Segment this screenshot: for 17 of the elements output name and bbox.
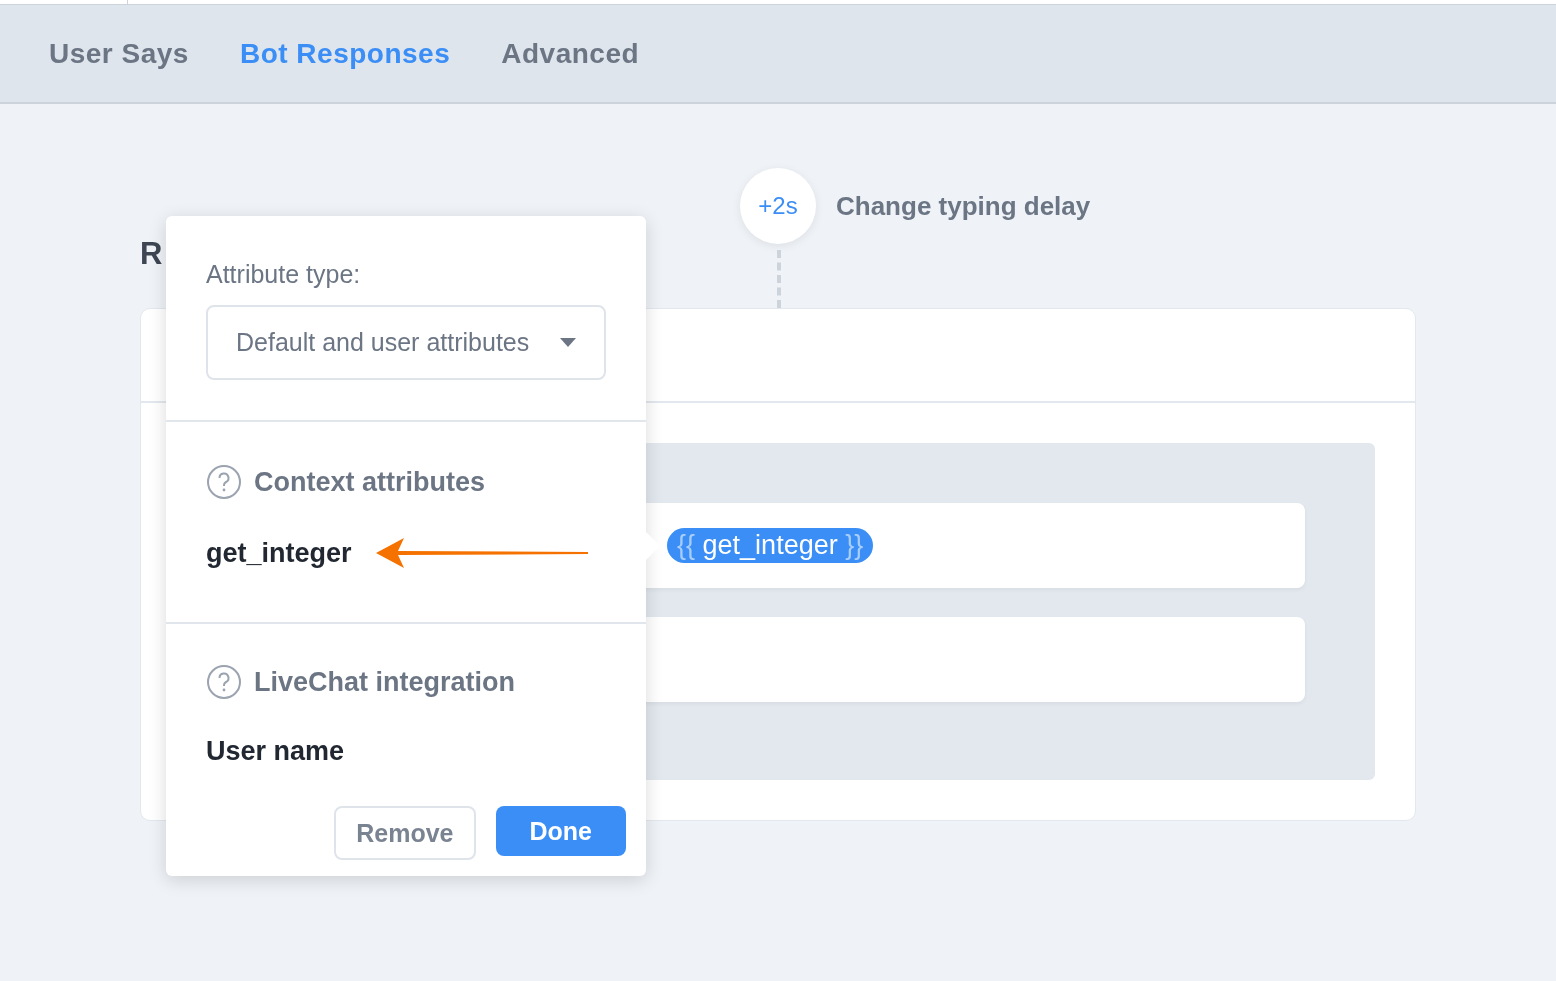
section-title: Context attributes [254,466,486,498]
help-icon [206,664,242,700]
attribute-item[interactable]: User name [206,736,345,767]
delay-label[interactable]: Change typing delay [836,190,1091,222]
card-title: R [140,236,163,272]
help-icon [206,464,242,500]
caret-icon [560,338,576,347]
attribute-chip[interactable]: {{ get_integer }} [667,528,874,563]
remove-button[interactable]: Remove [334,806,476,860]
field-label: Attribute type: [206,260,362,289]
attribute-type-select[interactable]: Default and user attributes [206,305,606,380]
tab[interactable]: Bot Responses [239,37,451,70]
section-title: LiveChat integration [254,666,516,698]
tab[interactable]: User Says [49,37,189,70]
tab[interactable]: Advanced [501,37,640,70]
delay-badge[interactable]: +2s [740,168,816,244]
done-button[interactable]: Done [495,806,626,856]
